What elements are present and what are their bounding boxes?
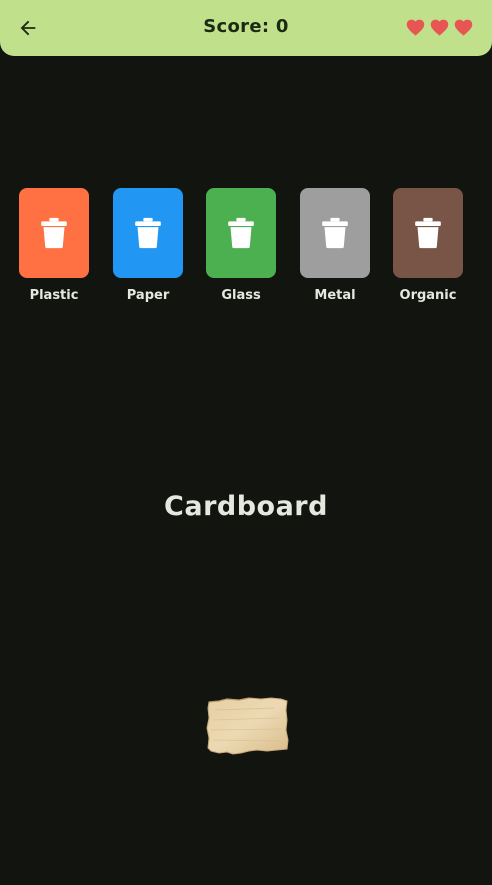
trash-can-icon: [135, 217, 161, 249]
heart-icon: [454, 19, 473, 36]
bin-metal[interactable]: Metal: [300, 188, 370, 303]
heart-icon: [406, 19, 425, 36]
bin-label: Plastic: [29, 288, 79, 303]
trash-can-icon: [322, 217, 348, 249]
bin-label: Glass: [221, 288, 261, 303]
cardboard-item[interactable]: [205, 696, 289, 756]
heart-icon: [430, 19, 449, 36]
bin-box[interactable]: [113, 188, 183, 278]
bin-organic[interactable]: Organic: [393, 188, 463, 303]
bin-label: Paper: [126, 288, 170, 303]
bin-label: Metal: [314, 288, 356, 303]
bin-box[interactable]: [300, 188, 370, 278]
lives-indicator: [405, 17, 474, 38]
current-item-name: Cardboard: [164, 491, 328, 522]
bin-box[interactable]: [393, 188, 463, 278]
bin-plastic[interactable]: Plastic: [19, 188, 89, 303]
trash-can-icon: [41, 217, 67, 249]
bin-box[interactable]: [19, 188, 89, 278]
bin-glass[interactable]: Glass: [206, 188, 276, 303]
top-app-bar: Score: 0: [0, 0, 492, 56]
bin-label: Organic: [399, 288, 457, 303]
trash-can-icon: [415, 217, 441, 249]
bin-box[interactable]: [206, 188, 276, 278]
bin-paper[interactable]: Paper: [113, 188, 183, 303]
trash-can-icon: [228, 217, 254, 249]
